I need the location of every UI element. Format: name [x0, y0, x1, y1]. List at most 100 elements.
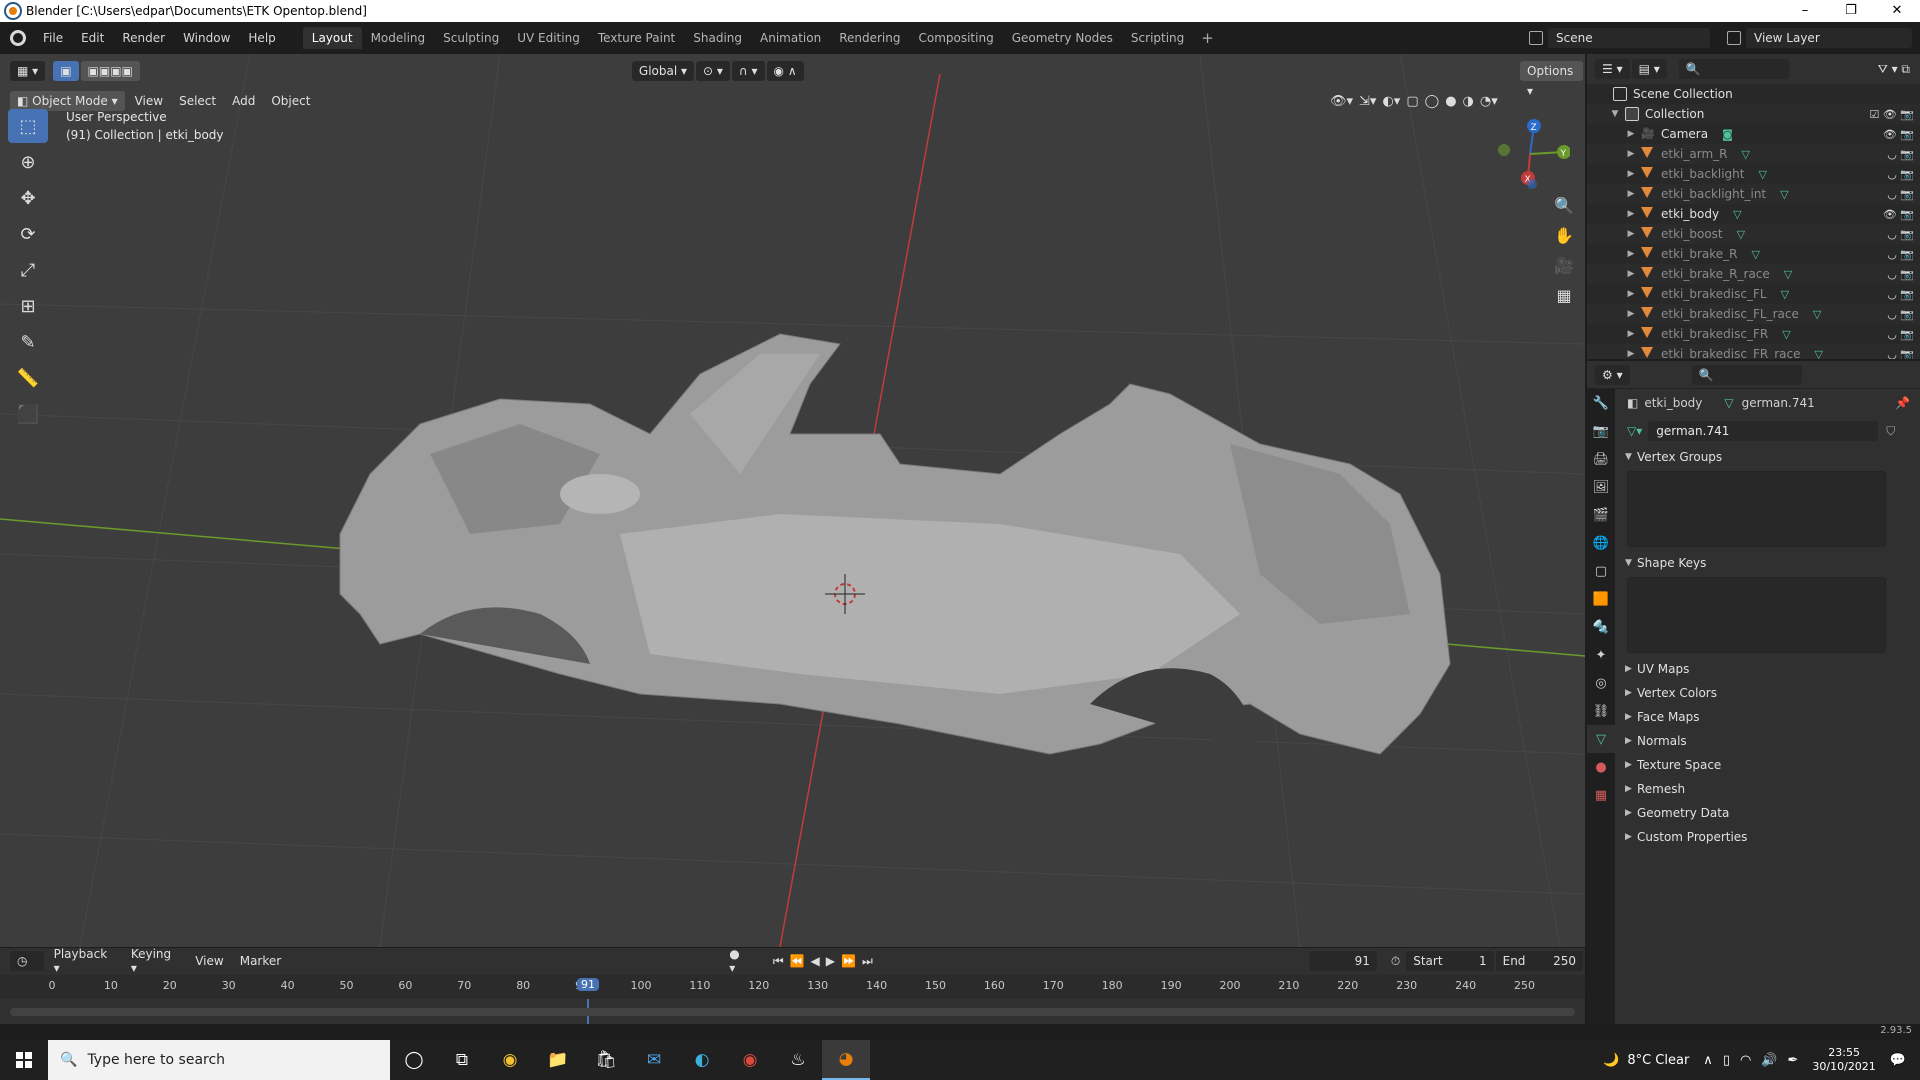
expand-arrow-icon[interactable]: ▶ — [1625, 309, 1637, 319]
view-layer-field[interactable]: View Layer — [1746, 28, 1912, 48]
material-shading-icon[interactable]: ◑ — [1463, 94, 1474, 109]
transform-tool-icon[interactable]: ⊞ — [8, 289, 48, 323]
chrome-alt-icon[interactable]: ◉ — [726, 1040, 774, 1080]
selection-mode-buttons[interactable]: ▣▣▣▣ — [80, 61, 140, 81]
display-mode-dropdown[interactable]: ▤ ▾ — [1631, 59, 1667, 79]
expand-arrow-icon[interactable]: ▶ — [1625, 129, 1637, 139]
mesh-data-icon[interactable]: ▽ — [1780, 188, 1788, 201]
tab-texture-paint[interactable]: Texture Paint — [589, 27, 684, 49]
pin-icon[interactable]: 📌 — [1895, 396, 1910, 410]
car-body-mesh[interactable] — [339, 333, 1451, 755]
chrome-icon[interactable]: ◉ — [486, 1040, 534, 1080]
cortana-icon[interactable]: ◯ — [390, 1040, 438, 1080]
xray-icon[interactable]: ▢ — [1406, 94, 1418, 109]
tab-modeling[interactable]: Modeling — [362, 27, 435, 49]
mesh-data-icon[interactable]: ▽ — [1752, 248, 1760, 261]
device-icon[interactable]: ▯ — [1723, 1053, 1730, 1068]
tab-geometry-nodes[interactable]: Geometry Nodes — [1003, 27, 1122, 49]
menu-select[interactable]: Select — [171, 94, 224, 108]
collapsed-panel-header[interactable]: ▶ Custom Properties — [1617, 825, 1920, 849]
collection-tab-icon[interactable]: ▢ — [1587, 557, 1615, 585]
timeline-editor[interactable]: ◷ ▾ Playback ▾ Keying ▾ View Marker ● ▾ … — [0, 947, 1585, 1025]
transform-orientation-dropdown[interactable]: Global ▾ — [631, 61, 695, 81]
expand-arrow-icon[interactable]: ▶ — [1625, 329, 1637, 339]
mesh-browse-icon[interactable]: ▽▾ — [1627, 424, 1642, 438]
pivot-point-icon[interactable]: ⊙ ▾ — [696, 61, 730, 81]
visibility-toggles[interactable]: ◡ 📷 — [1887, 248, 1914, 261]
annotate-tool-icon[interactable]: ✎ — [8, 325, 48, 359]
start-frame-field[interactable]: Start 1 — [1406, 951, 1494, 971]
visibility-toggles[interactable]: 👁 📷 — [1883, 208, 1914, 221]
camera-data-icon[interactable]: ◙ — [1722, 128, 1733, 141]
tab-sculpting[interactable]: Sculpting — [434, 27, 508, 49]
visibility-toggles[interactable]: ◡ 📷 — [1887, 148, 1914, 161]
collection-row[interactable]: ▼ Collection ☑ 👁 📷 — [1587, 104, 1920, 124]
object-tab-icon[interactable]: 🟧 — [1587, 585, 1615, 613]
overlay-toggle-icon[interactable]: ◐▾ — [1382, 94, 1400, 109]
filter-icon[interactable]: ⛛ ▾ ⧉ — [1878, 62, 1910, 77]
mesh-data-icon[interactable]: ▽ — [1758, 168, 1766, 181]
vertex-groups-panel-header[interactable]: ▼ Vertex Groups — [1617, 445, 1920, 469]
world-tab-icon[interactable]: 🌐 — [1587, 529, 1615, 557]
outliner[interactable]: ☰ ▾ ▤ ▾ 🔍 ⛛ ▾ ⧉ Scene Collection ▼ Colle… — [1587, 54, 1920, 359]
weather-label[interactable]: 8°C Clear — [1627, 1053, 1689, 1068]
3d-viewport[interactable]: ▦ ▾ ▣ ▣▣▣▣ Global ▾ ⊙ ▾ ∩ ▾ ◉ ∧ Options … — [0, 54, 1585, 947]
record-button[interactable]: ● ▾ — [729, 947, 749, 975]
menu-edit[interactable]: Edit — [72, 22, 113, 54]
tab-uv-editing[interactable]: UV Editing — [508, 27, 589, 49]
expand-arrow-icon[interactable]: ▶ — [1625, 149, 1637, 159]
outliner-item[interactable]: ▶ etki_brakedisc_FL_race ▽ ◡ 📷 — [1587, 304, 1920, 324]
collapsed-panel-header[interactable]: ▶ Texture Space — [1617, 753, 1920, 777]
mesh-data-icon[interactable]: ▽ — [1815, 348, 1823, 360]
gizmo-toggle-icon[interactable]: ⇲▾ — [1359, 94, 1376, 109]
snap-icon[interactable]: ∩ ▾ — [731, 61, 765, 81]
expand-arrow-icon[interactable]: ▶ — [1625, 289, 1637, 299]
notifications-icon[interactable]: 💬 — [1890, 1053, 1906, 1068]
blender-menu-icon[interactable] — [10, 30, 26, 46]
render-tab-icon[interactable]: 📷 — [1587, 417, 1615, 445]
weather-moon-icon[interactable]: 🌙 — [1603, 1053, 1619, 1068]
physics-tab-icon[interactable]: ◎ — [1587, 669, 1615, 697]
file-explorer-icon[interactable]: 📁 — [534, 1040, 582, 1080]
steam-icon[interactable]: ♨ — [774, 1040, 822, 1080]
task-view-icon[interactable]: ⧉ — [438, 1040, 486, 1080]
collapsed-panel-header[interactable]: ▶ Face Maps — [1617, 705, 1920, 729]
timeline-scrollbar[interactable] — [10, 1008, 1575, 1016]
rendered-shading-icon[interactable]: ◔▾ — [1480, 94, 1498, 109]
mesh-data-icon[interactable]: ▽ — [1813, 308, 1821, 321]
solid-shading-icon[interactable]: ● — [1445, 94, 1456, 109]
output-tab-icon[interactable]: 🖨 — [1587, 445, 1615, 473]
mesh-name-field[interactable]: german.741 — [1648, 421, 1879, 441]
collapsed-panel-header[interactable]: ▶ Remesh — [1617, 777, 1920, 801]
outliner-item[interactable]: ▶ etki_brake_R ▽ ◡ 📷 — [1587, 244, 1920, 264]
playback-controls[interactable]: ⏮⏪◀▶⏩⏭ — [773, 954, 879, 969]
editor-type-button[interactable]: ▦ ▾ — [10, 61, 46, 81]
fake-user-shield-icon[interactable]: ⛉ — [1886, 424, 1895, 439]
collapsed-panel-header[interactable]: ▶ Normals — [1617, 729, 1920, 753]
visibility-toggles[interactable]: ◡ 📷 — [1887, 268, 1914, 281]
object-mode-dropdown[interactable]: ◧ Object Mode ▾ — [10, 91, 125, 111]
grid-view-icon[interactable]: ▦ — [1550, 282, 1578, 310]
visibility-toggles[interactable]: ◡ 📷 — [1887, 328, 1914, 341]
expand-arrow-icon[interactable]: ▶ — [1625, 189, 1637, 199]
visibility-toggles[interactable]: ◡ 📷 — [1887, 168, 1914, 181]
shape-keys-panel-header[interactable]: ▼ Shape Keys — [1617, 551, 1920, 575]
expand-arrow-icon[interactable]: ▶ — [1625, 209, 1637, 219]
outliner-item[interactable]: ▶ etki_brakedisc_FR_race ▽ ◡ 📷 — [1587, 344, 1920, 359]
outliner-item[interactable]: ▶ etki_brakedisc_FL ▽ ◡ 📷 — [1587, 284, 1920, 304]
options-dropdown[interactable]: Options ▾ — [1520, 61, 1583, 98]
mesh-data-icon[interactable]: ▽ — [1733, 208, 1741, 221]
move-tool-icon[interactable]: ✥ — [8, 181, 48, 215]
mesh-data-icon[interactable]: ▽ — [1781, 288, 1789, 301]
minimize-button[interactable]: – — [1782, 0, 1828, 22]
mesh-data-icon[interactable]: ▽ — [1784, 268, 1792, 281]
tab-scripting[interactable]: Scripting — [1122, 27, 1193, 49]
outliner-item[interactable]: ▶ etki_brakedisc_FR ▽ ◡ 📷 — [1587, 324, 1920, 344]
outliner-item[interactable]: ▶ etki_backlight_int ▽ ◡ 📷 — [1587, 184, 1920, 204]
add-cube-tool-icon[interactable]: ⬛ — [8, 397, 48, 431]
material-tab-icon[interactable]: ● — [1587, 753, 1615, 781]
maximize-button[interactable]: ❐ — [1828, 0, 1874, 22]
expand-arrow-icon[interactable]: ▶ — [1625, 249, 1637, 259]
taskbar-clock[interactable]: 23:55 30/10/2021 — [1812, 1046, 1875, 1074]
volume-icon[interactable]: 🔊 — [1761, 1053, 1777, 1068]
